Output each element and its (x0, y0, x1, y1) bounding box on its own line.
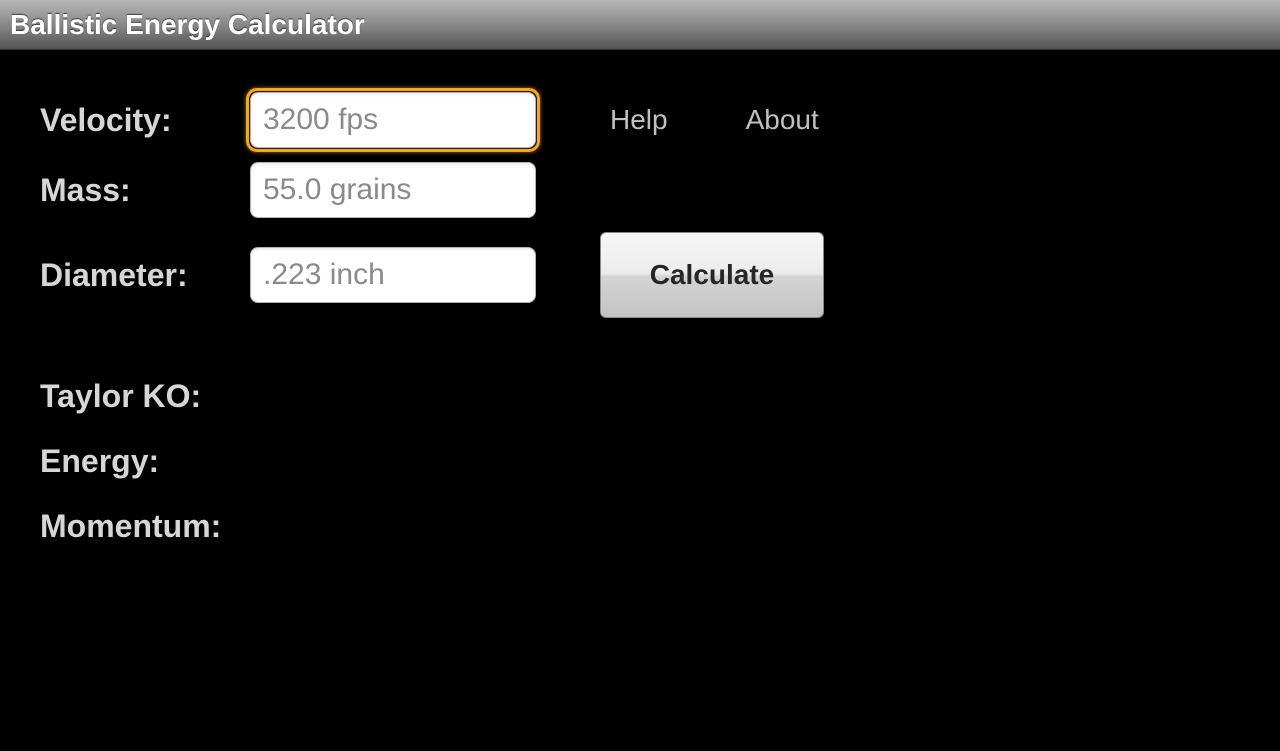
energy-label: Energy: (40, 443, 159, 479)
diameter-row: Diameter: Calculate (40, 232, 1280, 318)
title-bar: Ballistic Energy Calculator (0, 0, 1280, 50)
diameter-label: Diameter: (40, 257, 250, 294)
taylor-ko-label: Taylor KO: (40, 378, 201, 414)
momentum-row: Momentum: (40, 508, 1280, 545)
app-title: Ballistic Energy Calculator (10, 9, 365, 41)
about-link[interactable]: About (746, 104, 819, 136)
calculate-button[interactable]: Calculate (600, 232, 824, 318)
velocity-input-wrap (250, 92, 536, 148)
mass-row: Mass: (40, 162, 1280, 218)
link-row: Help About (610, 104, 819, 136)
diameter-input[interactable] (250, 247, 536, 303)
energy-row: Energy: (40, 443, 1280, 480)
velocity-row: Velocity: Help About (40, 92, 1280, 148)
mass-input[interactable] (250, 162, 536, 218)
help-link[interactable]: Help (610, 104, 668, 136)
results-section: Taylor KO: Energy: Momentum: (40, 378, 1280, 545)
velocity-input[interactable] (250, 92, 536, 148)
mass-input-wrap (250, 162, 536, 218)
diameter-input-wrap (250, 247, 536, 303)
momentum-label: Momentum: (40, 508, 221, 544)
mass-label: Mass: (40, 172, 250, 209)
taylor-ko-row: Taylor KO: (40, 378, 1280, 415)
main-content: Velocity: Help About Mass: Diameter: Cal… (0, 50, 1280, 545)
velocity-label: Velocity: (40, 102, 250, 139)
